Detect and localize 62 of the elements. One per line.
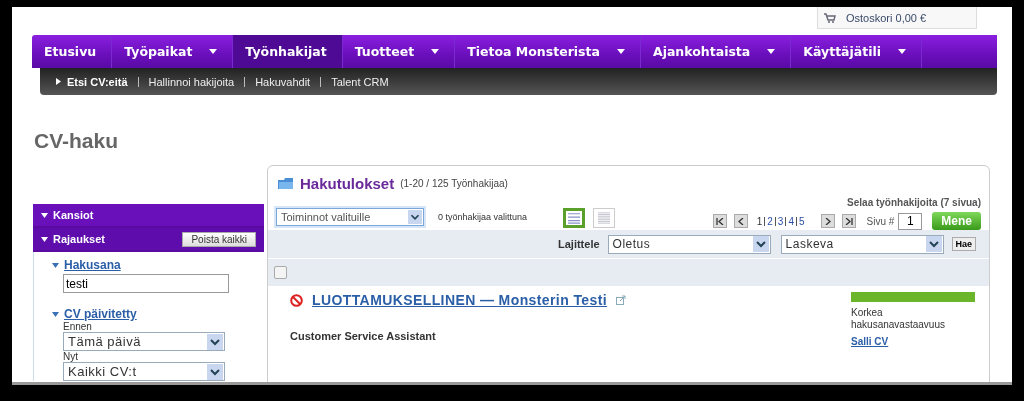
previous-page-button[interactable] — [733, 214, 748, 228]
cart-icon — [824, 12, 836, 23]
caret-icon — [616, 49, 625, 54]
list-lines-icon — [567, 212, 582, 224]
allow-cv-link[interactable]: Salli CV — [851, 336, 889, 347]
cart-widget[interactable]: Ostoskori 0,00 € — [817, 7, 977, 29]
list-view-button[interactable] — [563, 208, 586, 228]
sub-nav-link[interactable]: Talent CRM — [331, 75, 389, 88]
keyword-field[interactable]: testi — [63, 274, 229, 293]
field-label: Nyt — [63, 351, 79, 362]
caret-icon — [209, 49, 218, 54]
sort-order-dropdown[interactable]: Laskeva — [780, 234, 944, 254]
caret-icon — [41, 212, 48, 218]
sort-button[interactable]: Hae — [951, 237, 977, 251]
last-page-button[interactable] — [841, 214, 856, 228]
nav-tab[interactable]: Työnhakijat — [233, 35, 343, 68]
sort-field-dropdown[interactable]: Oletus — [607, 234, 771, 254]
sub-nav-link[interactable]: Etsi CV:eitä — [67, 75, 128, 88]
page-number-label: Sivu # — [866, 215, 895, 227]
prohibited-icon — [290, 293, 303, 307]
page-link[interactable]: 5 — [798, 215, 805, 227]
date-dropdown[interactable]: Kaikki CV:t — [63, 362, 225, 381]
chevron-right-icon — [823, 217, 832, 225]
first-page-button[interactable] — [712, 214, 727, 228]
sub-nav-link[interactable]: Hakuvahdit — [255, 75, 311, 88]
compact-lines-icon — [597, 212, 612, 224]
arrow-icon — [56, 78, 61, 85]
page-link[interactable]: 4 — [788, 215, 794, 227]
clear-all-button[interactable]: Poista kaikki — [182, 231, 256, 247]
sort-label: Lajittele — [558, 238, 600, 250]
last-page-icon — [844, 217, 853, 225]
folder-icon — [278, 177, 294, 190]
sub-nav-link[interactable]: Hallinnoi hakijoita — [148, 75, 235, 88]
caret-icon — [52, 262, 59, 268]
select-all-checkbox[interactable] — [274, 266, 287, 279]
first-page-icon — [715, 217, 724, 225]
candidate-name-link[interactable]: LUOTTAMUKSELLINEN — Monsterin Testi — [312, 292, 608, 308]
caret-icon — [898, 49, 907, 54]
field-label: Ennen — [63, 321, 93, 332]
caret-icon — [431, 49, 440, 54]
filters-label[interactable]: Rajaukset — [53, 233, 105, 245]
relevance-label: Korkea hakusanavastaavuus — [851, 307, 946, 331]
page-number-field[interactable]: 1 — [898, 212, 923, 230]
results-title: Hakutulokset — [300, 175, 395, 192]
selected-count: 0 työnhakijaa valittuna — [438, 212, 528, 222]
actions-dropdown[interactable]: Toiminnot valituille — [276, 208, 424, 226]
results-count: (1-20 / 125 Työnhakijaa) — [400, 178, 508, 189]
next-page-button[interactable] — [820, 214, 835, 228]
browse-label: Selaa työnhakijoita (7 sivua) — [847, 197, 981, 208]
caret-icon — [767, 49, 776, 54]
cv-updated-link[interactable]: CV päivitetty — [64, 307, 137, 321]
page-link[interactable]: 2 — [767, 215, 773, 227]
page-link[interactable]: 1 — [756, 215, 763, 227]
date-dropdown[interactable]: Tämä päivä — [63, 332, 225, 351]
keyword-link[interactable]: Hakusana — [64, 258, 121, 272]
caret-icon — [41, 236, 48, 242]
page-title: CV-haku — [34, 129, 120, 154]
page-link[interactable]: 3 — [777, 215, 784, 227]
caret-icon — [52, 311, 59, 317]
folders-header[interactable]: Kansiot — [33, 204, 264, 228]
job-title: Customer Service Assistant — [290, 330, 437, 342]
chevron-left-icon — [736, 217, 745, 225]
